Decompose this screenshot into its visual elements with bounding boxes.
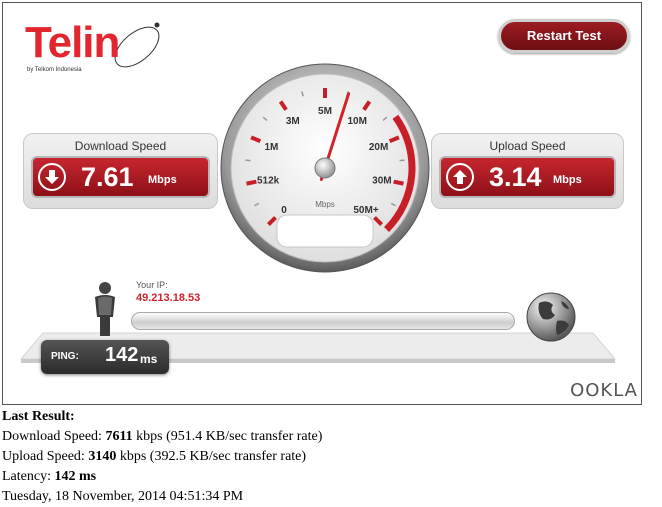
upload-result-suffix: kbps (392.5 KB/sec transfer rate) [116,449,307,464]
latency-result-value: 142 ms [54,469,97,484]
latency-result-prefix: Latency: [2,469,55,484]
upload-result-line: Upload Speed: 3140 kbps (392.5 KB/sec tr… [2,447,322,467]
ookla-logo: OOKLA [570,380,638,401]
ping-value: 142 [105,344,139,366]
download-result-suffix: kbps (951.4 KB/sec transfer rate) [132,429,323,444]
download-result-kbps: 7611 [105,429,133,444]
server-globe-icon [526,292,576,342]
download-result-prefix: Download Speed: [2,429,106,444]
result-timestamp: Tuesday, 18 November, 2014 04:51:34 PM [2,489,244,504]
ping-unit: ms [140,352,158,366]
download-result-line: Download Speed: 7611 kbps (951.4 KB/sec … [2,427,322,447]
last-result-section: Last Result: Download Speed: 7611 kbps (… [2,407,322,507]
latency-result-line: Latency: 142 ms [2,467,322,487]
results-heading: Last Result: [2,409,75,424]
upload-result-prefix: Upload Speed: [2,449,89,464]
user-person-icon [95,282,115,336]
your-ip-label: Your IP: [136,280,168,290]
your-ip-value: 49.213.18.53 [136,292,201,304]
ping-box: PING: 142 ms [41,340,169,374]
connection-bar [131,312,515,330]
ping-label: PING: [51,351,79,362]
speedtest-widget: Telin by Telkom Indonesia Restart Test D… [2,2,642,405]
upload-result-kbps: 3140 [88,449,117,464]
